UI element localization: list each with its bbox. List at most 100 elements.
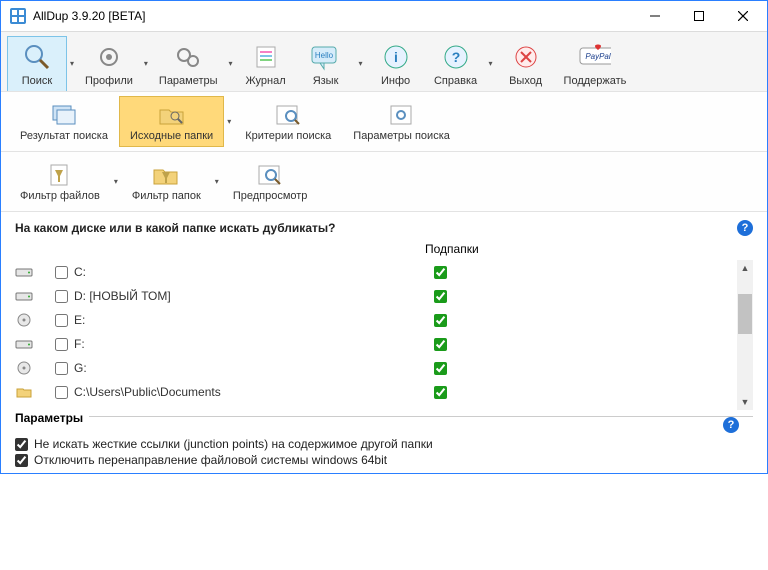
checkbox-drive[interactable] xyxy=(55,314,68,327)
source-folders-dropdown[interactable]: ▾ xyxy=(224,96,234,147)
drive-label: D: [НОВЫЙ ТОМ] xyxy=(74,289,404,303)
svg-text:?: ? xyxy=(451,49,460,65)
file-filter-icon xyxy=(44,161,76,189)
drive-list: C: D: [НОВЫЙ ТОМ] E: F: G: C:\Users\Public\Do… xyxy=(15,260,753,410)
section-heading: На каком диске или в какой папке искать … xyxy=(15,221,335,235)
minimize-button[interactable] xyxy=(633,2,677,30)
folder-filter-button[interactable]: Фильтр папок xyxy=(121,156,212,207)
drive-type-icon xyxy=(15,313,33,327)
tab-search-criteria[interactable]: Критерии поиска xyxy=(234,96,342,147)
params-button[interactable]: Параметры xyxy=(151,36,226,91)
scrollbar[interactable]: ▲ ▼ xyxy=(737,260,753,410)
drive-row[interactable]: G: xyxy=(15,356,753,380)
toolbar-main: Поиск ▾ Профили ▾ Параметры ▾ Журнал Hel… xyxy=(1,31,767,91)
drive-row[interactable]: C: xyxy=(15,260,753,284)
result-icon xyxy=(48,101,80,129)
preview-button[interactable]: Предпросмотр xyxy=(222,156,319,207)
info-icon: i xyxy=(380,41,412,73)
tab-source-folders[interactable]: Исходные папки xyxy=(119,96,224,147)
params-title: Параметры xyxy=(15,411,89,425)
drive-row[interactable]: C:\Users\Public\Documents xyxy=(15,380,753,404)
folder-filter-icon xyxy=(150,161,182,189)
drive-type-icon xyxy=(15,289,33,303)
checkbox-subfolder[interactable] xyxy=(434,266,447,279)
support-button[interactable]: PayPal Поддержать xyxy=(556,36,635,91)
checkbox-subfolder[interactable] xyxy=(434,362,447,375)
help-dropdown[interactable]: ▾ xyxy=(486,36,496,91)
drive-label: G: xyxy=(74,361,404,375)
params-dropdown[interactable]: ▾ xyxy=(226,36,236,91)
exit-icon xyxy=(510,41,542,73)
param-junction-row: Не искать жесткие ссылки (junction point… xyxy=(15,437,753,451)
checkbox-junction[interactable] xyxy=(15,438,28,451)
drive-type-icon xyxy=(15,385,33,399)
help-badge-params[interactable]: ? xyxy=(723,417,739,433)
param-redirect-row: Отключить перенаправление файловой систе… xyxy=(15,453,753,467)
window-title: AllDup 3.9.20 [BETA] xyxy=(33,9,633,23)
hello-icon: Hello xyxy=(310,41,342,73)
magnifier-icon xyxy=(21,41,53,73)
search-dropdown[interactable]: ▾ xyxy=(67,36,77,91)
checkbox-subfolder[interactable] xyxy=(434,290,447,303)
drive-label: C: xyxy=(74,265,404,279)
close-button[interactable] xyxy=(721,2,765,30)
file-filter-dropdown[interactable]: ▾ xyxy=(111,156,121,207)
svg-text:i: i xyxy=(394,49,398,65)
gear-icon xyxy=(93,41,125,73)
journal-button[interactable]: Журнал xyxy=(236,36,296,91)
scroll-thumb[interactable] xyxy=(738,294,752,334)
folder-search-icon xyxy=(156,101,188,129)
scroll-up-icon[interactable]: ▲ xyxy=(737,260,753,276)
info-button[interactable]: i Инфо xyxy=(366,36,426,91)
checkbox-drive[interactable] xyxy=(55,338,68,351)
tab-search-result[interactable]: Результат поиска xyxy=(9,96,119,147)
checkbox-subfolder[interactable] xyxy=(434,386,447,399)
help-badge[interactable]: ? xyxy=(737,220,753,236)
label-junction: Не искать жесткие ссылки (junction point… xyxy=(34,437,433,451)
checkbox-subfolder[interactable] xyxy=(434,314,447,327)
gears-icon xyxy=(172,41,204,73)
params-icon xyxy=(386,101,418,129)
help-icon: ? xyxy=(440,41,472,73)
drive-type-icon xyxy=(15,265,33,279)
checkbox-redirect[interactable] xyxy=(15,454,28,467)
app-window: AllDup 3.9.20 [BETA] Поиск ▾ Профили ▾ П… xyxy=(0,0,768,474)
titlebar: AllDup 3.9.20 [BETA] xyxy=(1,1,767,31)
content-area: На каком диске или в какой папке искать … xyxy=(1,211,767,467)
scroll-down-icon[interactable]: ▼ xyxy=(737,394,753,410)
search-button[interactable]: Поиск xyxy=(7,36,67,91)
checkbox-drive[interactable] xyxy=(55,362,68,375)
subfolders-header: Подпапки xyxy=(15,236,753,260)
paypal-icon: PayPal xyxy=(579,41,611,73)
section-heading-row: На каком диске или в какой папке искать … xyxy=(15,220,753,236)
svg-text:PayPal: PayPal xyxy=(585,52,611,61)
file-filter-button[interactable]: Фильтр файлов xyxy=(9,156,111,207)
checkbox-drive[interactable] xyxy=(55,386,68,399)
tab-search-params[interactable]: Параметры поиска xyxy=(342,96,461,147)
folder-filter-dropdown[interactable]: ▾ xyxy=(212,156,222,207)
drive-label: C:\Users\Public\Documents xyxy=(74,385,404,399)
checkbox-drive[interactable] xyxy=(55,290,68,303)
help-button[interactable]: ? Справка xyxy=(426,36,486,91)
drive-row[interactable]: E: xyxy=(15,308,753,332)
drive-label: E: xyxy=(74,313,404,327)
criteria-icon xyxy=(272,101,304,129)
language-button[interactable]: Hello Язык xyxy=(296,36,356,91)
drive-row[interactable]: D: [НОВЫЙ ТОМ] xyxy=(15,284,753,308)
drive-label: F: xyxy=(74,337,404,351)
checkbox-subfolder[interactable] xyxy=(434,338,447,351)
profiles-dropdown[interactable]: ▾ xyxy=(141,36,151,91)
checkbox-drive[interactable] xyxy=(55,266,68,279)
params-section: Параметры ? Не искать жесткие ссылки (ju… xyxy=(15,416,753,467)
exit-button[interactable]: Выход xyxy=(496,36,556,91)
label-redirect: Отключить перенаправление файловой систе… xyxy=(34,453,387,467)
drive-row[interactable]: F: xyxy=(15,332,753,356)
preview-icon xyxy=(254,161,286,189)
drive-type-icon xyxy=(15,337,33,351)
language-dropdown[interactable]: ▾ xyxy=(356,36,366,91)
maximize-button[interactable] xyxy=(677,2,721,30)
drive-type-icon xyxy=(15,361,33,375)
journal-icon xyxy=(250,41,282,73)
app-icon xyxy=(9,7,27,25)
profiles-button[interactable]: Профили xyxy=(77,36,141,91)
